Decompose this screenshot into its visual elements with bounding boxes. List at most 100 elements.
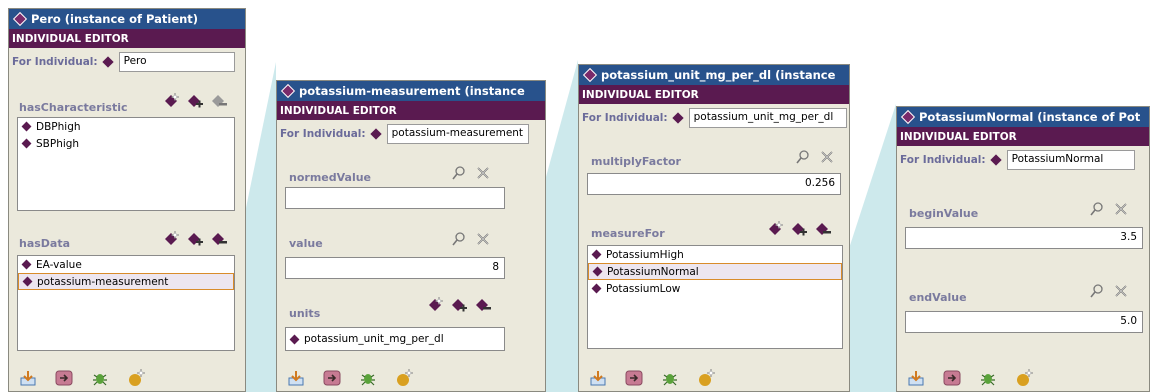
- constraint-icon[interactable]: [395, 368, 414, 387]
- add-value-icon[interactable]: [187, 93, 203, 109]
- create-instance-icon[interactable]: [767, 220, 784, 237]
- delete-icon[interactable]: [475, 231, 491, 247]
- go-icon[interactable]: [625, 369, 643, 387]
- individual-name-field[interactable]: potassium-measurement: [386, 124, 529, 144]
- export-icon[interactable]: [589, 369, 607, 387]
- list-item-selected[interactable]: PotassiumNormal: [588, 263, 842, 280]
- instance-icon: [989, 154, 1002, 166]
- instance-icon: [592, 266, 603, 277]
- potassium-measurement-titlebar[interactable]: potassium-measurement (instance: [277, 81, 545, 101]
- normed-value-label: normedValue: [289, 171, 372, 184]
- view-icon[interactable]: [1089, 283, 1105, 299]
- end-value-field[interactable]: 5.0: [905, 311, 1143, 333]
- for-individual-label: For Individual:: [900, 154, 986, 166]
- has-data-list[interactable]: EA-value potassium-measurement: [17, 255, 235, 351]
- create-instance-icon[interactable]: [163, 230, 180, 247]
- individual-name-field[interactable]: potassium_unit_mg_per_dl: [688, 108, 847, 128]
- delete-icon[interactable]: [1113, 201, 1129, 217]
- potassium-normal-titlebar[interactable]: PotassiumNormal (instance of Pot: [897, 107, 1149, 127]
- delete-icon[interactable]: [819, 149, 835, 165]
- add-value-icon[interactable]: [451, 297, 467, 313]
- potassium-measurement-bottom-toolbar: [277, 365, 545, 391]
- remove-value-icon[interactable]: [211, 93, 227, 109]
- instance-icon: [12, 11, 28, 27]
- pero-panel: Pero (instance of Patient) INDIVIDUAL ED…: [8, 8, 246, 392]
- constraint-icon[interactable]: [1015, 368, 1034, 387]
- debug-icon[interactable]: [359, 369, 377, 387]
- export-icon[interactable]: [19, 369, 37, 387]
- remove-value-icon[interactable]: [475, 297, 491, 313]
- view-icon[interactable]: [451, 165, 467, 181]
- list-item[interactable]: potassium_unit_mg_per_dl: [286, 328, 504, 350]
- debug-icon[interactable]: [91, 369, 109, 387]
- delete-icon[interactable]: [475, 165, 491, 181]
- view-icon[interactable]: [1089, 201, 1105, 217]
- go-icon[interactable]: [943, 369, 961, 387]
- list-item[interactable]: SBPhigh: [18, 135, 234, 152]
- units-field[interactable]: potassium_unit_mg_per_dl: [285, 327, 505, 351]
- normed-value-field[interactable]: [285, 187, 505, 209]
- instance-icon: [591, 283, 602, 294]
- add-value-icon[interactable]: [187, 231, 203, 247]
- potassium-unit-titlebar[interactable]: potassium_unit_mg_per_dl (instance: [579, 65, 849, 85]
- value-tools: [443, 231, 491, 247]
- individual-editor-bar: INDIVIDUAL EDITOR: [277, 101, 545, 120]
- measure-for-tools: [759, 220, 831, 237]
- for-individual-label: For Individual:: [12, 56, 98, 68]
- delete-icon[interactable]: [1113, 283, 1129, 299]
- individual-editor-bar: INDIVIDUAL EDITOR: [9, 29, 245, 48]
- measure-for-label: measureFor: [591, 227, 665, 240]
- instance-icon: [900, 109, 916, 125]
- end-value-tools: [1081, 283, 1129, 299]
- instance-icon: [369, 128, 382, 140]
- instance-icon: [101, 56, 114, 68]
- for-individual-label: For Individual:: [582, 112, 668, 124]
- constraint-icon[interactable]: [127, 368, 146, 387]
- measure-for-list[interactable]: PotassiumHigh PotassiumNormal PotassiumL…: [587, 245, 843, 349]
- view-icon[interactable]: [451, 231, 467, 247]
- multiply-factor-tools: [787, 149, 835, 165]
- list-item-selected[interactable]: potassium-measurement: [18, 273, 234, 290]
- value-label: value: [289, 237, 323, 250]
- go-icon[interactable]: [55, 369, 73, 387]
- list-item[interactable]: PotassiumLow: [588, 280, 842, 297]
- list-item[interactable]: DBPhigh: [18, 118, 234, 135]
- for-individual-row: For Individual: Pero: [9, 48, 245, 76]
- for-individual-row: For Individual: potassium_unit_mg_per_dl: [579, 104, 849, 132]
- create-instance-icon[interactable]: [163, 92, 180, 109]
- individual-name-field[interactable]: PotassiumNormal: [1006, 150, 1135, 170]
- export-icon[interactable]: [907, 369, 925, 387]
- list-item[interactable]: EA-value: [18, 256, 234, 273]
- individual-name-field[interactable]: Pero: [118, 52, 235, 72]
- instance-icon: [21, 121, 32, 132]
- has-characteristic-label: hasCharacteristic: [19, 101, 128, 114]
- potassium-measurement-panel: potassium-measurement (instance INDIVIDU…: [276, 80, 546, 392]
- view-icon[interactable]: [795, 149, 811, 165]
- multiply-factor-field[interactable]: 0.256: [587, 173, 841, 195]
- has-characteristic-tools: [155, 92, 227, 109]
- remove-value-icon[interactable]: [211, 231, 227, 247]
- begin-value-field[interactable]: 3.5: [905, 227, 1143, 249]
- begin-value-tools: [1081, 201, 1129, 217]
- debug-icon[interactable]: [661, 369, 679, 387]
- has-data-tools: [155, 230, 227, 247]
- constraint-icon[interactable]: [697, 368, 716, 387]
- add-value-icon[interactable]: [791, 221, 807, 237]
- has-characteristic-list[interactable]: DBPhigh SBPhigh: [17, 117, 235, 211]
- value-field[interactable]: 8: [285, 257, 505, 279]
- pero-title: Pero (instance of Patient): [31, 12, 199, 26]
- create-instance-icon[interactable]: [427, 296, 444, 313]
- potassium-normal-title: PotassiumNormal (instance of Pot: [919, 110, 1141, 124]
- end-value-label: endValue: [909, 291, 967, 304]
- go-icon[interactable]: [323, 369, 341, 387]
- pero-bottom-toolbar: [9, 365, 245, 391]
- units-label: units: [289, 307, 321, 320]
- pero-titlebar[interactable]: Pero (instance of Patient): [9, 9, 245, 29]
- export-icon[interactable]: [287, 369, 305, 387]
- units-tools: [419, 296, 491, 313]
- potassium-unit-title: potassium_unit_mg_per_dl (instance: [601, 68, 836, 82]
- remove-value-icon[interactable]: [815, 221, 831, 237]
- for-individual-row: For Individual: PotassiumNormal: [897, 146, 1149, 174]
- list-item[interactable]: PotassiumHigh: [588, 246, 842, 263]
- debug-icon[interactable]: [979, 369, 997, 387]
